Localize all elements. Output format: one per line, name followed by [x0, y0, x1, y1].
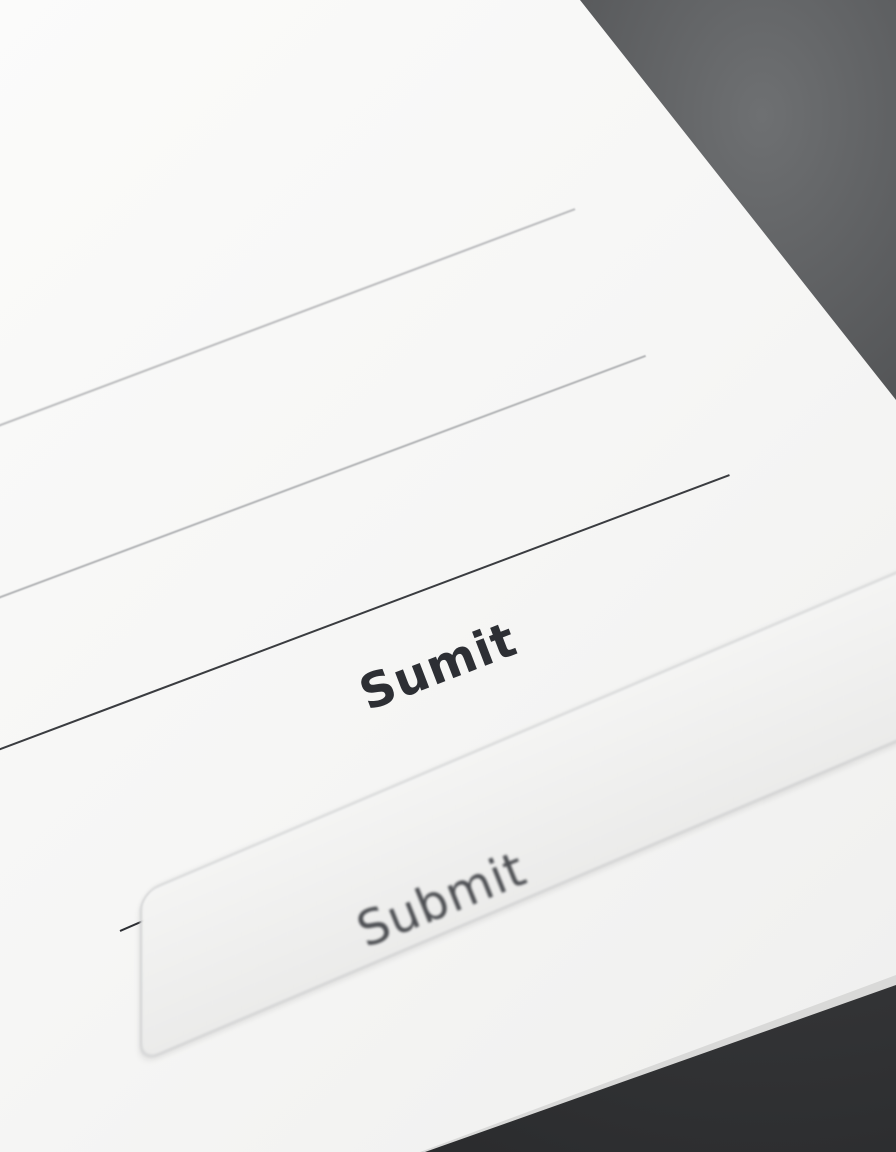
- input-underline-2[interactable]: [0, 354, 647, 602]
- form-sheet: Sumit Submit: [0, 0, 896, 1152]
- input-underline-1[interactable]: [0, 208, 576, 430]
- photo-scene: Sumit Submit: [0, 0, 896, 1152]
- sumit-button[interactable]: Sumit: [352, 611, 524, 722]
- submit-button[interactable]: [140, 557, 896, 1063]
